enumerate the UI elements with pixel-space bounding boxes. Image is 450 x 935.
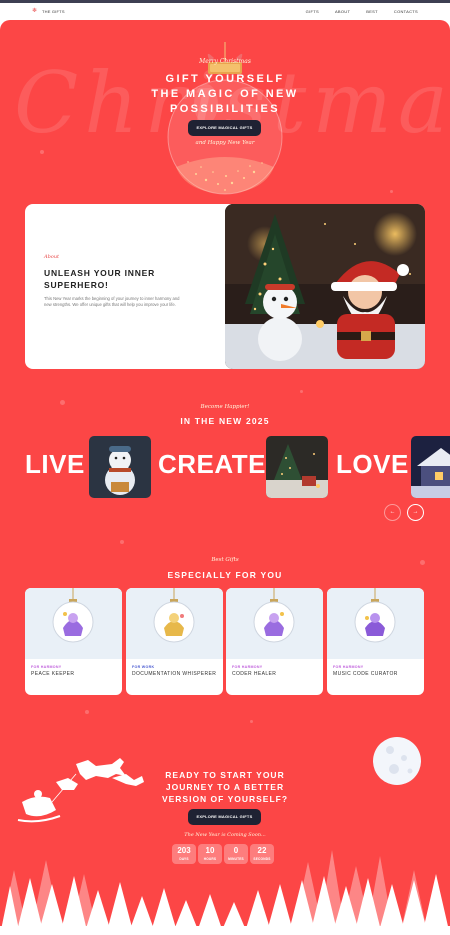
gift-card[interactable]: FOR HARMONY CODER HEALER <box>226 588 323 695</box>
about-kicker: About <box>44 254 60 260</box>
about-description: This New Year marks the beginning of you… <box>44 296 180 307</box>
gift-card[interactable]: FOR HARMONY MUSIC CODE CURATOR <box>327 588 424 695</box>
nav-links: GIFTS ABOUT BEST CONTACTS <box>306 8 418 15</box>
snow-dot <box>250 720 253 723</box>
santa-snowman-image <box>225 204 425 369</box>
gifts-title: ESPECIALLY FOR YOU <box>167 570 283 580</box>
hero-title-line: POSSIBILITIES <box>169 103 281 115</box>
gift-card[interactable]: FOR HARMONY PEACE KEEPER <box>25 588 122 695</box>
slider-title: IN THE NEW 2025 <box>180 416 270 426</box>
slider-prev-arrow-icon[interactable]: ← <box>384 504 401 521</box>
nav-link-gifts[interactable]: GIFTS <box>306 8 319 15</box>
cta-explore-gifts-button[interactable]: EXPLORE MAGICAL GIFTS <box>188 809 261 825</box>
hero-title: GIFT YOURSELF THE MAGIC OF NEW POSSIBILI… <box>0 72 450 117</box>
marquee-word-love: LOVE <box>336 449 409 479</box>
snowman-thumbnail-image <box>89 436 151 498</box>
gift-card[interactable]: FOR WORK DOCUMENTATION WHISPERER <box>126 588 223 695</box>
snowflake-logo-icon[interactable]: ❄ <box>32 8 37 15</box>
gift-tag: FOR HARMONY <box>232 665 263 669</box>
brand-name[interactable]: THE GIFTS <box>42 8 65 15</box>
gift-tag: FOR WORK <box>132 665 155 669</box>
slider-next-arrow-icon[interactable]: → <box>407 504 424 521</box>
explore-gifts-button[interactable]: EXPLORE MAGICAL GIFTS <box>188 120 261 136</box>
hero-script-top: Merry Christmas <box>199 58 251 65</box>
gift-bauble-image <box>126 588 223 659</box>
about-heading: UNLEASH YOUR INNER SUPERHERO! <box>44 268 156 290</box>
nav-link-contacts[interactable]: CONTACTS <box>394 8 418 15</box>
marquee-word-create: CREATE <box>158 449 266 479</box>
gift-bauble-image <box>226 588 323 659</box>
snow-dot <box>120 540 124 544</box>
cta-title-line: VERSION OF YOURSELF? <box>161 794 289 804</box>
gift-tag: FOR HARMONY <box>31 665 62 669</box>
snow-dot <box>390 190 393 193</box>
gift-bauble-image <box>327 588 424 659</box>
about-card: About UNLEASH YOUR INNER SUPERHERO! This… <box>25 204 425 369</box>
cta-title-line: READY TO START YOUR <box>165 770 285 780</box>
cta-title-line: JOURNEY TO A BETTER <box>165 782 285 792</box>
main-page: Christmas Merry Christmas GIFT YOURSELF … <box>0 20 450 935</box>
snow-dot <box>300 390 303 393</box>
snow-house-thumbnail-image <box>411 436 450 498</box>
gift-bauble-image <box>25 588 122 659</box>
gift-name: DOCUMENTATION WHISPERER <box>132 671 217 677</box>
gift-tag: FOR HARMONY <box>333 665 364 669</box>
hero-script-bottom: and Happy New Year <box>195 140 255 146</box>
header-nav: ❄ THE GIFTS GIFTS ABOUT BEST CONTACTS <box>0 3 450 20</box>
nav-link-about[interactable]: ABOUT <box>335 8 350 15</box>
nav-link-best[interactable]: BEST <box>366 8 378 15</box>
cozy-tree-thumbnail-image <box>266 436 328 498</box>
gift-name: MUSIC CODE CURATOR <box>333 671 398 677</box>
gifts-script: Best Gifts <box>211 557 239 563</box>
marquee-word-live: LIVE <box>25 449 85 479</box>
slider-script: Become Happier! <box>200 404 250 410</box>
countdown-script: The New Year is Coming Soon... <box>184 832 266 838</box>
snow-dot <box>85 710 89 714</box>
hero-title-line: THE MAGIC OF NEW <box>151 88 299 100</box>
gift-name: PEACE KEEPER <box>31 671 75 677</box>
cta-title: READY TO START YOUR JOURNEY TO A BETTER … <box>0 769 450 805</box>
hero-title-line: GIFT YOURSELF <box>165 73 285 85</box>
pine-forest-silhouette <box>0 850 450 935</box>
gift-name: CODER HEALER <box>232 671 277 677</box>
